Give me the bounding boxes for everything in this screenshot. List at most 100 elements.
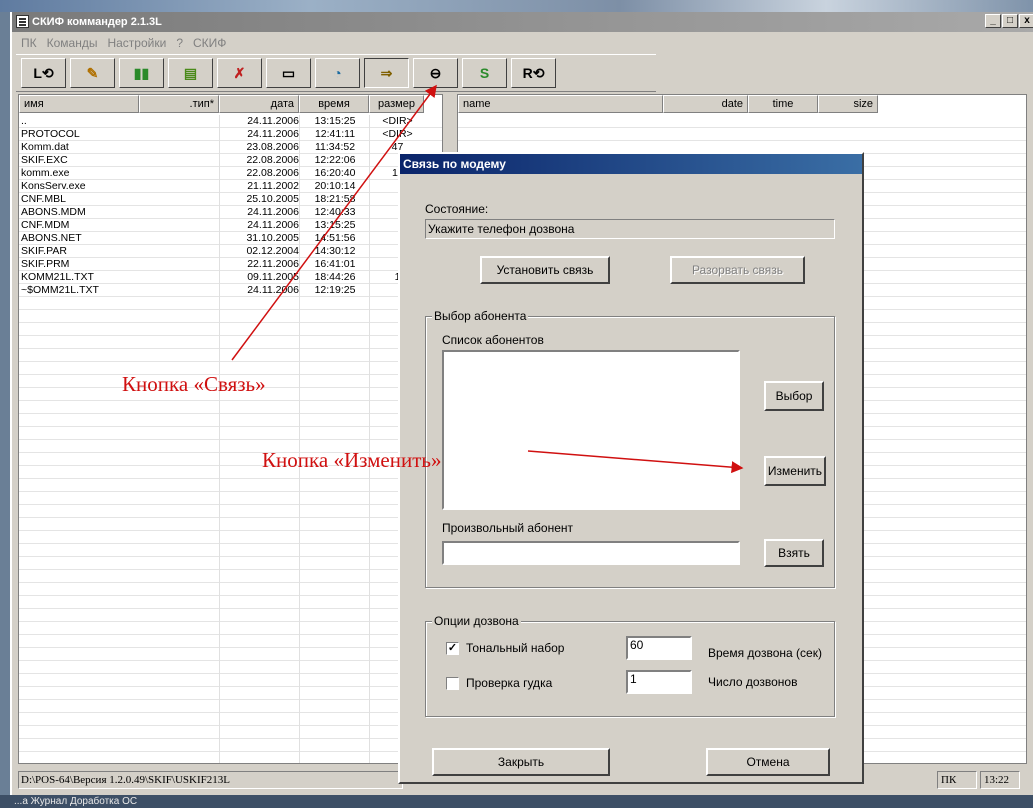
table-cell: [139, 206, 219, 219]
table-cell: 09.11.2005: [247, 271, 299, 283]
table-cell: 24.11.2006: [247, 115, 299, 127]
table-cell: SKIF.EXC: [21, 154, 68, 166]
drive-refresh-icon: L⟲: [33, 64, 54, 81]
table-row[interactable]: ~$OMM21L.TXT 24.11.2006 12:19:25: [19, 284, 424, 297]
close-button[interactable]: x: [1019, 14, 1033, 28]
table-cell: 14:51:56: [314, 232, 356, 244]
connect-button[interactable]: Установить связь: [480, 256, 610, 284]
table-row[interactable]: SKIF.PAR 02.12.2004 14:30:12: [19, 245, 424, 258]
table-cell: 22.11.2006: [247, 258, 299, 270]
table-cell: Komm.dat: [21, 141, 69, 153]
table-row[interactable]: SKIF.PRM 22.11.2006 16:41:01: [19, 258, 424, 271]
tone-checkbox[interactable]: ✓: [446, 642, 459, 655]
edit-icon: ✎: [86, 64, 99, 81]
col-time[interactable]: время: [299, 95, 369, 113]
col-time-right[interactable]: time: [748, 95, 818, 113]
menu-skif[interactable]: СКИФ: [188, 34, 231, 52]
dial-count-input[interactable]: 1: [626, 670, 692, 694]
col-type[interactable]: .тип*: [139, 95, 219, 113]
copy-button[interactable]: ▮▮: [119, 58, 164, 88]
table-row[interactable]: ABONS.MDM 24.11.2006 12:40:33: [19, 206, 424, 219]
minimize-button[interactable]: _: [985, 14, 1001, 28]
table-cell: ~$OMM21L.TXT: [21, 284, 99, 296]
col-size[interactable]: размер: [369, 95, 424, 113]
left-file-panel[interactable]: имя .тип* дата время размер .. 24.11.2006…: [18, 94, 443, 764]
edit-button[interactable]: ✎: [70, 58, 115, 88]
subscriber-group: Выбор абонента Список абонентов Выбор Из…: [425, 309, 835, 588]
table-row[interactable]: ABONS.NET 31.10.2005 14:51:56: [19, 232, 424, 245]
table-cell: [139, 167, 219, 180]
dial-options-group: Опции дозвона ✓ Тональный набор 60 Время…: [425, 614, 835, 717]
table-cell: ..: [21, 115, 27, 127]
modem-dialog: Связь по модему Состояние: Укажите телеф…: [398, 152, 864, 784]
menu-settings[interactable]: Настройки: [102, 34, 171, 52]
table-row[interactable]: KOMM21L.TXT09.11.200518:44:261: [19, 271, 424, 284]
table-cell: 24.11.2006: [247, 206, 299, 218]
current-path: D:\POS-64\Версия 1.2.0.49\SKIF\USKIF213L: [18, 771, 403, 789]
subscriber-group-title: Выбор абонента: [432, 309, 529, 323]
window-title: СКИФ коммандер 2.1.3L: [32, 16, 162, 28]
table-cell: 13:15:25: [314, 219, 356, 231]
subscriber-list[interactable]: [442, 350, 740, 510]
table-cell: 22.08.2006: [246, 154, 299, 166]
table-cell: 14:30:12: [314, 245, 356, 257]
menu-pk[interactable]: ПК: [16, 34, 42, 52]
table-row[interactable]: Komm.dat 23.08.2006 11:34:52 47: [19, 141, 424, 154]
taskbar-strip: ...а Журнал Доработка ОС: [0, 795, 1033, 808]
custom-subscriber-input[interactable]: [442, 541, 740, 565]
take-button[interactable]: Взять: [764, 539, 824, 567]
dial-options-title: Опции дозвона: [432, 614, 521, 628]
arrows-button[interactable]: S: [462, 58, 507, 88]
maximize-button[interactable]: □: [1002, 14, 1018, 28]
table-cell: 12:19:25: [314, 284, 356, 296]
window-button[interactable]: ⊖: [413, 58, 458, 88]
table-cell: 25.10.2005: [246, 193, 299, 205]
folder-button[interactable]: ▭: [266, 58, 311, 88]
title-bar: СКИФ коммандер 2.1.3L _ □ x: [12, 12, 1033, 32]
arrows-icon: S: [479, 65, 490, 81]
copy-icon: ▮▮: [133, 64, 150, 81]
table-row[interactable]: SKIF.EXC 22.08.2006 12:22:06: [19, 154, 424, 167]
col-date-right[interactable]: date: [663, 95, 748, 113]
folder-icon: ▭: [281, 64, 296, 81]
custom-label: Произвольный абонент: [442, 521, 574, 535]
table-row[interactable]: komm.exe22.08.200616:20:4011: [19, 167, 424, 180]
table-row[interactable]: CNF.MBL 25.10.2005 18:21:58: [19, 193, 424, 206]
drive-refresh-button[interactable]: L⟲: [21, 58, 66, 88]
cancel-button[interactable]: Отмена: [706, 748, 830, 776]
col-name[interactable]: имя: [19, 95, 139, 113]
table-cell: [139, 180, 219, 193]
table-cell: <DIR>: [382, 115, 413, 127]
close-dialog-button[interactable]: Закрыть: [432, 748, 610, 776]
menu-help[interactable]: ?: [171, 34, 188, 52]
table-row[interactable]: CNF.MDM 24.11.2006 13:15:25: [19, 219, 424, 232]
drive-r-refresh-button[interactable]: R⟲: [511, 58, 556, 88]
col-name-right[interactable]: name: [458, 95, 663, 113]
modem-icon: ⇒: [380, 64, 393, 81]
table-row[interactable]: KonsServ.exe 21.11.2002 20:10:14: [19, 180, 424, 193]
connect-button[interactable]: ◔: [315, 58, 360, 88]
disconnect-button[interactable]: Разорвать связь: [670, 256, 805, 284]
table-row[interactable]: PROTOCOL 24.11.2006 12:41:11 <DIR>: [19, 128, 424, 141]
book-icon: ▤: [183, 64, 198, 81]
menu-commands[interactable]: Команды: [42, 34, 103, 52]
table-row[interactable]: .. 24.11.2006 13:15:25 <DIR>: [19, 115, 424, 128]
window-icon: ⊖: [429, 64, 442, 81]
col-date[interactable]: дата: [219, 95, 299, 113]
dial-time-input[interactable]: 60: [626, 636, 692, 660]
delete-button[interactable]: ✗: [217, 58, 262, 88]
list-label: Список абонентов: [442, 333, 544, 347]
table-cell: 13:15:25: [314, 115, 356, 127]
book-button[interactable]: ▤: [168, 58, 213, 88]
dial-count-label: Число дозвонов: [708, 675, 798, 689]
table-cell: 23.08.2006: [246, 141, 299, 153]
col-size-right[interactable]: size: [818, 95, 878, 113]
beep-checkbox[interactable]: [446, 677, 459, 690]
modem-link-button[interactable]: ⇒: [364, 58, 409, 88]
annotation-connect: Кнопка «Связь»: [122, 372, 266, 396]
change-button[interactable]: Изменить: [764, 456, 826, 486]
choose-button[interactable]: Выбор: [764, 381, 824, 411]
tone-label: Тональный набор: [466, 641, 565, 655]
table-cell: CNF.MDM: [21, 219, 70, 231]
table-cell: 24.11.2006: [247, 128, 299, 140]
